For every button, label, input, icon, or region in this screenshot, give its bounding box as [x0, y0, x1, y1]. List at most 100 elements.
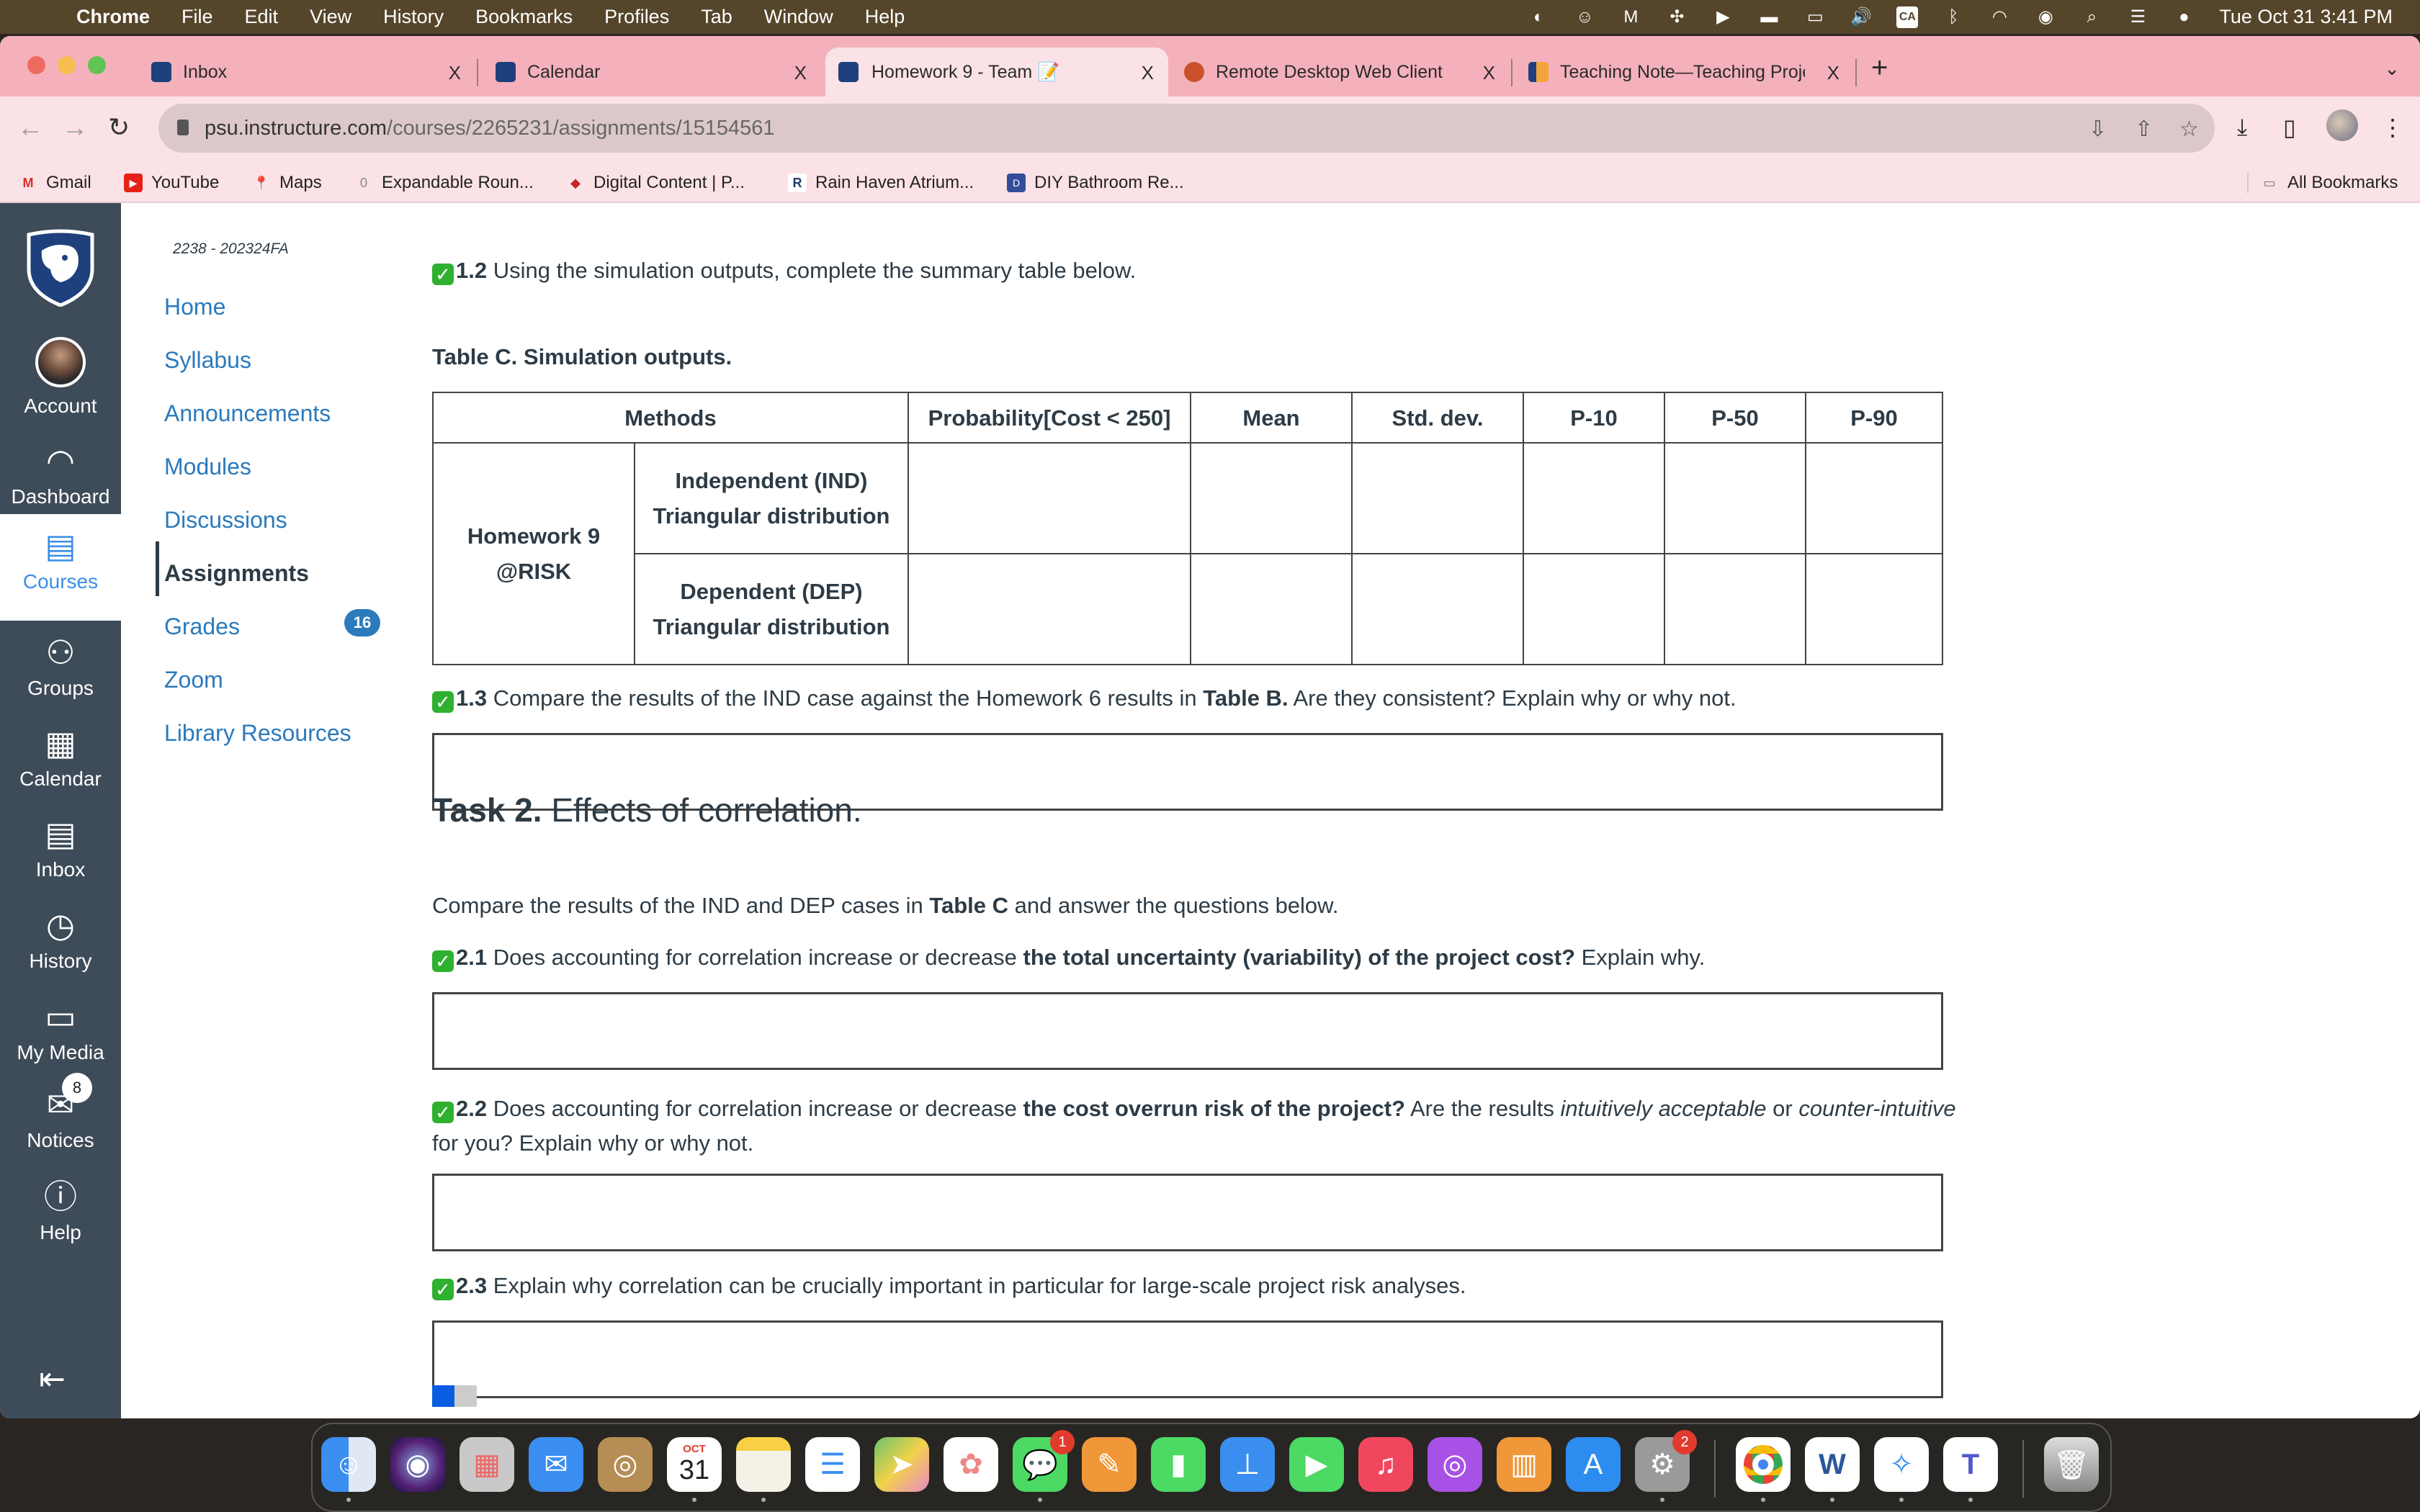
- dock-reminders[interactable]: ☰: [805, 1437, 860, 1492]
- dock-system-settings[interactable]: ⚙ 2: [1635, 1430, 1697, 1502]
- dock-messages[interactable]: 💬 1: [1013, 1430, 1075, 1502]
- new-tab-button[interactable]: +: [1871, 52, 1888, 84]
- nav-dashboard[interactable]: ◠ Dashboard: [0, 441, 121, 508]
- close-tab-icon[interactable]: X: [449, 62, 461, 84]
- bookmark-star-icon[interactable]: ☆: [2179, 117, 2199, 142]
- dock-app-store[interactable]: A: [1566, 1437, 1621, 1492]
- course-nav-library[interactable]: Library Resources: [164, 720, 351, 747]
- penn-state-logo-icon[interactable]: [26, 229, 95, 307]
- url-text[interactable]: psu.instructure.com/courses/2265231/assi…: [205, 117, 775, 140]
- dock-mail[interactable]: ✉: [529, 1437, 583, 1492]
- menu-file[interactable]: File: [182, 6, 213, 28]
- answer-box-2-1[interactable]: [432, 992, 1943, 1070]
- profile-avatar[interactable]: [2326, 109, 2358, 141]
- dock-finder[interactable]: ☺: [321, 1437, 376, 1502]
- course-nav-announcements[interactable]: Announcements: [164, 400, 331, 427]
- tab-search-chevron-icon[interactable]: ⌄: [2384, 58, 2400, 80]
- menu-profiles[interactable]: Profiles: [604, 6, 669, 28]
- close-tab-icon[interactable]: X: [1483, 62, 1495, 84]
- dock-notes[interactable]: [736, 1437, 791, 1502]
- bookmark-diy-bathroom[interactable]: D DIY Bathroom Re...: [1007, 173, 1184, 193]
- cell-ind-p90[interactable]: [1805, 442, 1943, 554]
- reload-button[interactable]: ↻: [108, 112, 130, 143]
- tab-remote-desktop[interactable]: Remote Desktop Web Client X: [1184, 48, 1495, 96]
- cell-dep-p10[interactable]: [1523, 553, 1665, 665]
- bookmark-rain-haven[interactable]: R Rain Haven Atrium...: [788, 173, 974, 193]
- bookmark-youtube[interactable]: ▶ YouTube: [124, 173, 219, 193]
- close-tab-icon[interactable]: X: [1142, 62, 1154, 84]
- tab-teaching-note[interactable]: Teaching Note—Teaching Proje X: [1528, 48, 1839, 96]
- share-icon[interactable]: ⇧: [2135, 117, 2153, 142]
- dock-books[interactable]: ▥: [1497, 1437, 1551, 1492]
- user-icon[interactable]: ◉: [2035, 6, 2056, 28]
- dock-safari[interactable]: ✧: [1874, 1437, 1929, 1502]
- nav-history[interactable]: ◷ History: [0, 905, 121, 973]
- menu-tab[interactable]: Tab: [701, 6, 732, 28]
- dock-music[interactable]: ♫: [1358, 1437, 1413, 1492]
- clock[interactable]: Tue Oct 31 3:41 PM: [2219, 6, 2393, 28]
- course-nav-syllabus[interactable]: Syllabus: [164, 347, 251, 374]
- dock-pages[interactable]: ✎: [1082, 1437, 1137, 1492]
- course-nav-grades[interactable]: Grades: [164, 613, 240, 640]
- play-icon[interactable]: ▶: [1712, 6, 1734, 28]
- cell-dep-probability[interactable]: [908, 553, 1191, 665]
- face-icon[interactable]: ☺: [1574, 6, 1595, 28]
- dock-keynote[interactable]: ⊥: [1220, 1437, 1275, 1492]
- menu-bookmarks[interactable]: Bookmarks: [475, 6, 573, 28]
- dock-chrome[interactable]: [1736, 1437, 1791, 1502]
- bed-icon[interactable]: ▬: [1758, 6, 1780, 28]
- close-tab-icon[interactable]: X: [1827, 62, 1839, 84]
- course-nav-discussions[interactable]: Discussions: [164, 507, 287, 534]
- cell-dep-mean[interactable]: [1190, 553, 1353, 665]
- nav-inbox[interactable]: ▤ Inbox: [0, 814, 121, 881]
- bookmark-gmail[interactable]: M Gmail: [19, 173, 91, 193]
- cell-dep-p90[interactable]: [1805, 553, 1943, 665]
- nav-account[interactable]: Account: [0, 337, 121, 418]
- dock-calendar[interactable]: OCT 31: [667, 1437, 722, 1502]
- install-app-icon[interactable]: ⇩: [2089, 117, 2107, 142]
- menu-app-name[interactable]: Chrome: [76, 6, 150, 28]
- all-bookmarks-button[interactable]: ▭ All Bookmarks: [2247, 173, 2398, 193]
- course-nav-assignments[interactable]: Assignments: [164, 560, 309, 587]
- close-tab-icon[interactable]: X: [794, 62, 807, 84]
- dock-photos[interactable]: ✿: [944, 1437, 998, 1492]
- spotlight-search-icon[interactable]: ⌕: [2081, 6, 2102, 28]
- chrome-menu-icon[interactable]: ⋮: [2381, 114, 2404, 141]
- battery-icon[interactable]: ▭: [1804, 6, 1826, 28]
- address-bar[interactable]: psu.instructure.com/courses/2265231/assi…: [158, 104, 2215, 153]
- input-source-icon[interactable]: CA: [1896, 6, 1919, 28]
- answer-box-2-3[interactable]: [432, 1320, 1943, 1398]
- course-nav-modules[interactable]: Modules: [164, 454, 251, 480]
- cell-ind-p10[interactable]: [1523, 442, 1665, 554]
- menu-view[interactable]: View: [310, 6, 351, 28]
- course-nav-home[interactable]: Home: [164, 294, 225, 320]
- tab-calendar[interactable]: Calendar X: [496, 48, 807, 96]
- nav-calendar[interactable]: ▦ Calendar: [0, 723, 121, 791]
- cell-dep-p50[interactable]: [1664, 553, 1806, 665]
- menu-help[interactable]: Help: [865, 6, 905, 28]
- app-status-icon[interactable]: ✣: [1666, 6, 1688, 28]
- side-panel-icon[interactable]: ▯: [2283, 114, 2296, 141]
- bluetooth-icon[interactable]: ᛒ: [1942, 6, 1964, 28]
- menu-history[interactable]: History: [383, 6, 444, 28]
- cell-dep-std-dev[interactable]: [1351, 553, 1524, 665]
- downloads-icon[interactable]: ⤓: [2237, 114, 2247, 141]
- nav-courses[interactable]: ▤ Courses: [0, 514, 121, 621]
- nav-help[interactable]: ⓘ Help: [0, 1176, 121, 1244]
- forward-button[interactable]: →: [62, 112, 88, 143]
- cell-ind-probability[interactable]: [908, 442, 1191, 554]
- menu-window[interactable]: Window: [764, 6, 833, 28]
- dock-maps[interactable]: ➤: [874, 1437, 929, 1492]
- nav-my-media[interactable]: ▭ My Media: [0, 996, 121, 1064]
- bookmark-expandable[interactable]: 0 Expandable Roun...: [354, 173, 534, 193]
- dock-trash[interactable]: 🗑: [2044, 1437, 2099, 1492]
- volume-icon[interactable]: 🔊: [1850, 6, 1872, 28]
- cell-ind-mean[interactable]: [1190, 442, 1353, 554]
- dock-teams[interactable]: T: [1943, 1437, 1998, 1502]
- dock-podcasts[interactable]: ◎: [1428, 1437, 1482, 1492]
- minimize-window-button[interactable]: [58, 56, 76, 74]
- wifi-icon[interactable]: ◠: [1989, 6, 2010, 28]
- course-nav-zoom[interactable]: Zoom: [164, 667, 223, 693]
- cell-ind-p50[interactable]: [1664, 442, 1806, 554]
- nav-groups[interactable]: ⚇ Groups: [0, 632, 121, 700]
